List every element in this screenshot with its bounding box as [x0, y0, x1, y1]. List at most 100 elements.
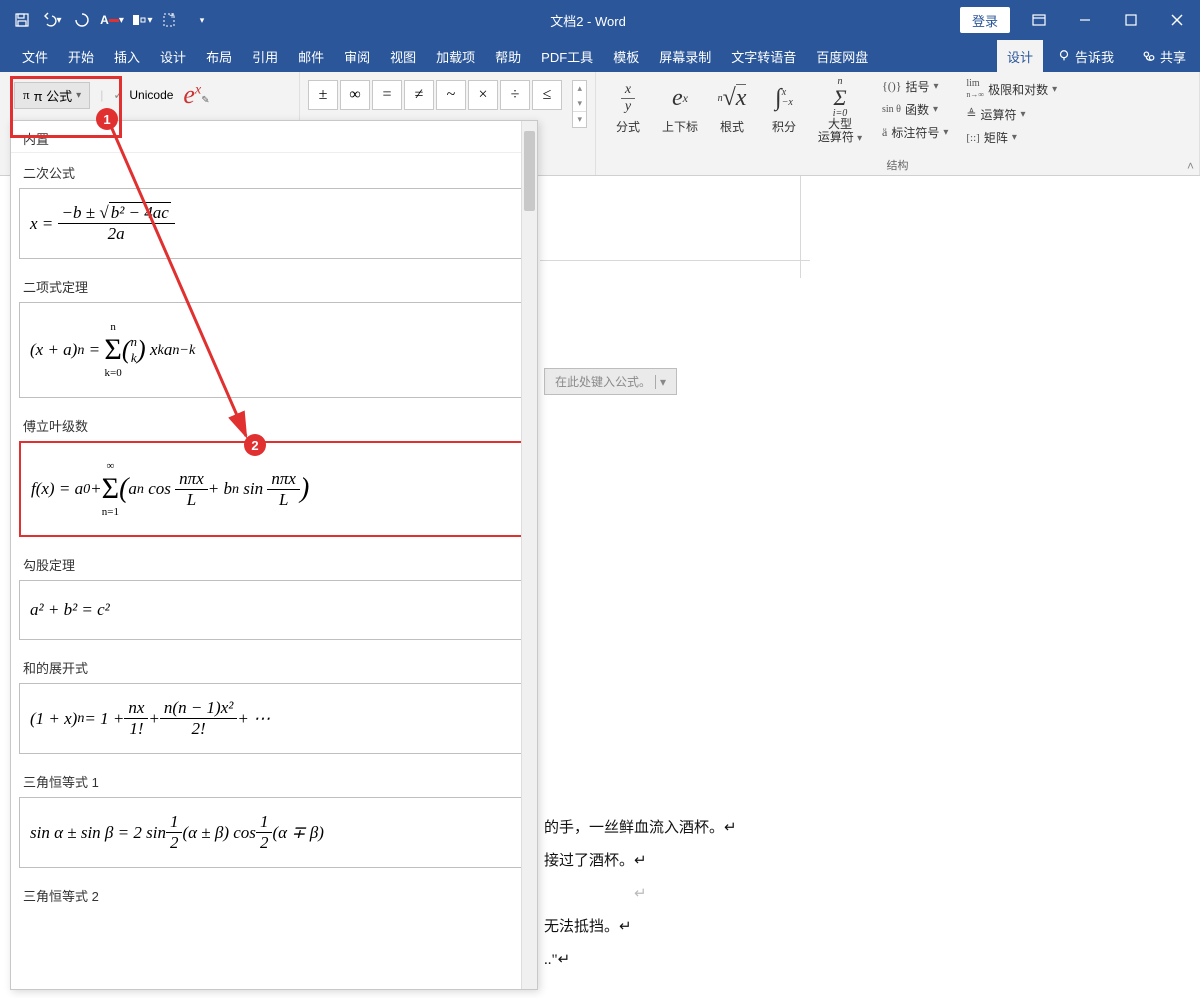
save-icon[interactable]	[8, 6, 36, 34]
title-bar: ▾ A▾ ▾ + ▾ 文档2 - Word 登录	[0, 0, 1200, 40]
limit-icon: limn→∞	[966, 78, 984, 100]
doc-line-5: .."↵	[544, 944, 737, 977]
gallery-scrollbar[interactable]	[521, 121, 537, 989]
login-button[interactable]: 登录	[960, 7, 1010, 33]
symbol-div[interactable]: ÷	[500, 80, 530, 110]
redo-icon[interactable]	[68, 6, 96, 34]
matrix-label: 矩阵	[984, 129, 1008, 146]
integral-icon: ∫x−x	[766, 80, 802, 116]
limit-button[interactable]: limn→∞ 极限和对数 ▾	[962, 76, 1061, 102]
font-color-icon[interactable]: A▾	[98, 6, 126, 34]
operator-label: 运算符	[980, 106, 1016, 123]
equation-sumexp[interactable]: (1 + x)n = 1 + nx1! + n(n − 1)x²2! + ⋯	[19, 683, 529, 754]
annotation-arrow	[96, 118, 276, 458]
tab-view[interactable]: 视图	[380, 40, 426, 72]
script-button[interactable]: ex 上下标	[656, 76, 704, 135]
unicode-option[interactable]: ✓ Unicode	[113, 88, 173, 102]
function-button[interactable]: sin θ 函数 ▾	[878, 99, 952, 120]
layout-icon[interactable]: ▾	[128, 6, 156, 34]
gallery-more-icon[interactable]: ▾	[573, 111, 586, 127]
annotation-badge-2: 2	[244, 434, 266, 456]
tab-layout[interactable]: 布局	[196, 40, 242, 72]
accent-label: 标注符号	[891, 124, 939, 141]
tell-me-label: 告诉我	[1075, 47, 1114, 66]
tab-addins[interactable]: 加载项	[426, 40, 485, 72]
doc-line-2: 接过了酒杯。↵	[544, 845, 737, 878]
bracket-icon: {()}	[882, 79, 902, 94]
fraction-icon: xy	[610, 80, 646, 116]
minimize-icon[interactable]	[1062, 0, 1108, 40]
equation-options-icon[interactable]: ▾	[655, 375, 666, 389]
window-controls: 登录	[960, 0, 1200, 40]
symbol-eq[interactable]: =	[372, 80, 402, 110]
ribbon-display-icon[interactable]	[1016, 0, 1062, 40]
equation-pythag[interactable]: a² + b² = c²	[19, 580, 529, 640]
page-edge-vert	[800, 176, 802, 278]
tab-references[interactable]: 引用	[242, 40, 288, 72]
structures-group-label: 结构	[604, 155, 1191, 173]
tab-help[interactable]: 帮助	[485, 40, 531, 72]
page-edge	[540, 260, 810, 262]
script-icon: ex	[662, 80, 698, 116]
collapse-ribbon-icon[interactable]: ˄	[1187, 159, 1194, 173]
large-operator-label: 大型运算符 ▾	[818, 118, 862, 144]
tab-pdf[interactable]: PDF工具	[531, 40, 603, 72]
equation-placeholder[interactable]: 在此处键入公式。 ▾	[544, 368, 677, 395]
tab-screenrec[interactable]: 屏幕录制	[649, 40, 721, 72]
tell-me[interactable]: 告诉我	[1043, 40, 1128, 72]
category-sumexp: 和的展开式	[11, 648, 537, 681]
new-doc-icon[interactable]: +	[158, 6, 186, 34]
symbol-times[interactable]: ×	[468, 80, 498, 110]
unicode-label: Unicode	[129, 88, 173, 102]
document-title: 文档2 - Word	[216, 11, 960, 30]
equation-placeholder-text: 在此处键入公式。	[555, 373, 651, 390]
radical-button[interactable]: n√x 根式	[708, 76, 756, 135]
radical-icon: n√x	[714, 80, 750, 116]
symbol-leq[interactable]: ≤	[532, 80, 562, 110]
document-canvas[interactable]: 在此处键入公式。 ▾ 的手，一丝鲜血流入酒杯。↵ 接过了酒杯。↵ ↵ 无法抵挡。…	[540, 176, 1200, 998]
doc-line-3: ↵	[544, 878, 737, 911]
accent-button[interactable]: ä 标注符号 ▾	[878, 122, 952, 143]
share-button[interactable]: 共享	[1128, 40, 1200, 72]
share-label: 共享	[1160, 47, 1186, 66]
script-label: 上下标	[662, 118, 698, 135]
fraction-label: 分式	[616, 118, 640, 135]
undo-icon[interactable]: ▾	[38, 6, 66, 34]
gallery-down-icon[interactable]: ▾	[573, 96, 586, 111]
tab-baidu[interactable]: 百度网盘	[806, 40, 878, 72]
integral-button[interactable]: ∫x−x 积分	[760, 76, 808, 135]
symbol-neq[interactable]: ≠	[404, 80, 434, 110]
radical-label: 根式	[720, 118, 744, 135]
equation-trig1[interactable]: sin α ± sin β = 2 sin 12(α ± β) cos 12(α…	[19, 797, 529, 868]
qat-customize-icon[interactable]: ▾	[188, 6, 216, 34]
ink-equation-icon[interactable]: ex✎	[183, 80, 209, 110]
matrix-icon: [::]	[966, 132, 979, 144]
symbol-pm[interactable]: ±	[308, 80, 338, 110]
tab-home[interactable]: 开始	[58, 40, 104, 72]
sum-icon: nΣi=0	[822, 80, 858, 116]
limit-label: 极限和对数	[988, 81, 1048, 98]
maximize-icon[interactable]	[1108, 0, 1154, 40]
tab-tts[interactable]: 文字转语音	[721, 40, 806, 72]
tab-template[interactable]: 模板	[603, 40, 649, 72]
tab-design[interactable]: 设计	[150, 40, 196, 72]
document-text: 的手，一丝鲜血流入酒杯。↵ 接过了酒杯。↵ ↵ 无法抵挡。↵ .."↵	[544, 812, 737, 977]
operator-button[interactable]: ≜ 运算符 ▾	[962, 104, 1061, 125]
symbol-gallery: ± ∞ = ≠ ~ × ÷ ≤	[308, 76, 568, 110]
category-pythag: 勾股定理	[11, 545, 537, 578]
large-operator-button[interactable]: nΣi=0 大型运算符 ▾	[812, 76, 868, 144]
tab-equation-design[interactable]: 设计	[997, 40, 1043, 72]
tab-file[interactable]: 文件	[12, 40, 58, 72]
share-icon	[1142, 49, 1156, 63]
tab-review[interactable]: 审阅	[334, 40, 380, 72]
symbol-infty[interactable]: ∞	[340, 80, 370, 110]
symbol-tilde[interactable]: ~	[436, 80, 466, 110]
tab-mailings[interactable]: 邮件	[288, 40, 334, 72]
tab-insert[interactable]: 插入	[104, 40, 150, 72]
gallery-up-icon[interactable]: ▴	[573, 81, 586, 96]
close-icon[interactable]	[1154, 0, 1200, 40]
bracket-button[interactable]: {()} 括号 ▾	[878, 76, 952, 97]
matrix-button[interactable]: [::] 矩阵 ▾	[962, 127, 1061, 148]
operator-icon: ≜	[966, 107, 976, 122]
fraction-button[interactable]: xy 分式	[604, 76, 652, 135]
